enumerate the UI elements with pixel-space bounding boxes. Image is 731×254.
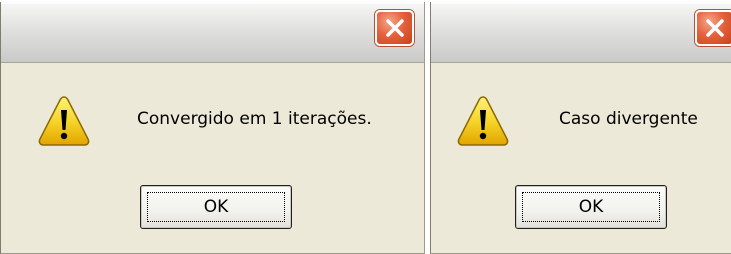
message-dialog-converged: Convergido em 1 iterações. OK <box>0 2 425 254</box>
divider <box>426 0 429 254</box>
ok-button-label: OK <box>522 192 660 222</box>
close-icon <box>705 19 724 37</box>
warning-icon <box>457 96 509 146</box>
close-button[interactable] <box>695 10 731 46</box>
title-bar[interactable] <box>1 2 424 63</box>
dialog-message: Convergido em 1 iterações. <box>137 109 372 129</box>
ok-button[interactable]: OK <box>515 185 667 229</box>
dialog-message: Caso divergente <box>559 109 698 129</box>
ok-button-label: OK <box>147 192 285 222</box>
warning-icon <box>38 96 90 146</box>
close-icon <box>385 19 404 37</box>
ok-button[interactable]: OK <box>140 185 292 229</box>
close-button[interactable] <box>375 10 414 46</box>
title-bar[interactable] <box>431 2 731 63</box>
message-dialog-divergent: Caso divergente OK <box>430 2 731 254</box>
